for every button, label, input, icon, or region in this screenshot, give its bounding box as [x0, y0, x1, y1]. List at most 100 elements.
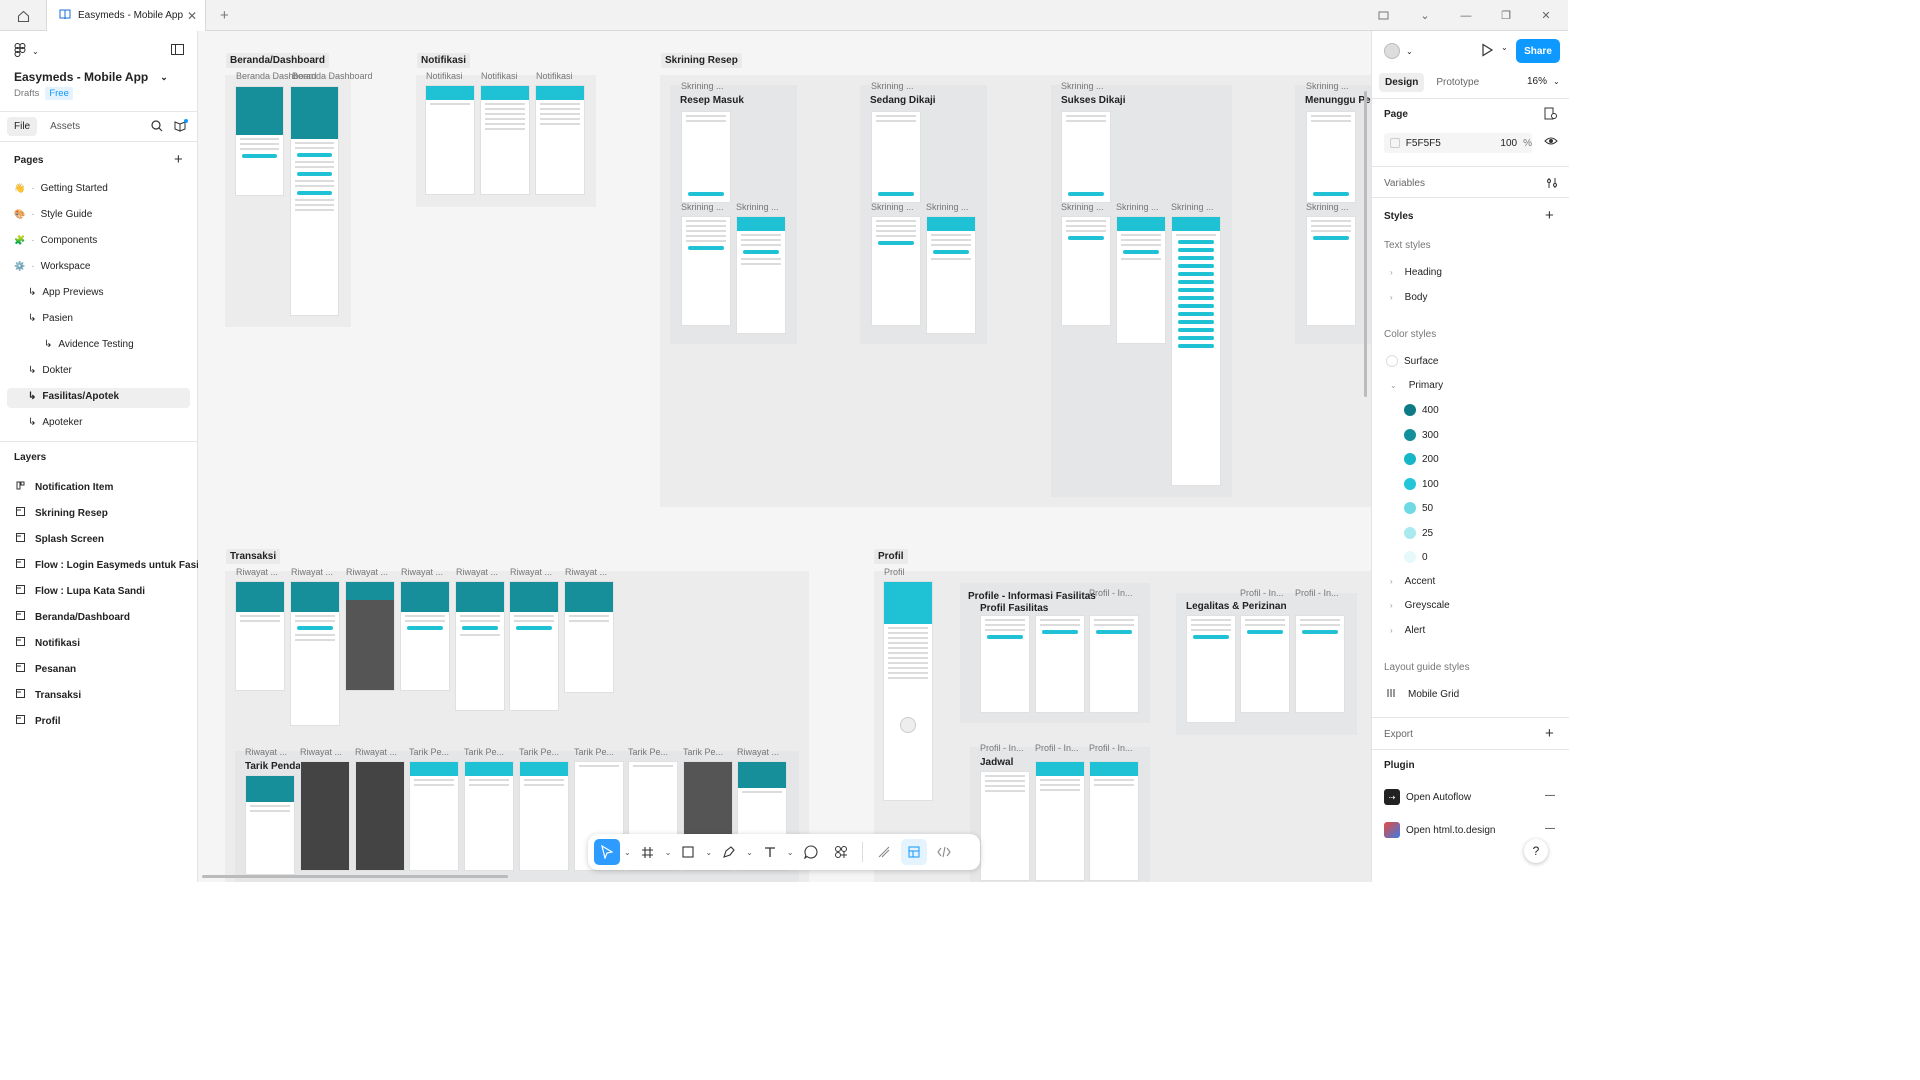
section-label-notifikasi[interactable]: Notifikasi	[417, 53, 471, 68]
phone-frame[interactable]	[564, 581, 614, 693]
chevron-down-icon[interactable]: ⌄	[665, 848, 672, 857]
file-tab[interactable]: Easymeds - Mobile App ✕	[46, 0, 206, 31]
close-tab-icon[interactable]: ✕	[187, 9, 197, 23]
plan-badge[interactable]: Free	[45, 87, 73, 100]
remove-plugin-icon[interactable]: —	[1545, 823, 1555, 834]
color-style-primary[interactable]: ⌄ Primary	[1390, 380, 1443, 391]
label-sedang-dikaji[interactable]: Sedang Dikaji	[866, 93, 940, 108]
layer-item[interactable]: Pesanan	[16, 663, 76, 675]
phone-frame[interactable]	[345, 581, 395, 691]
remove-plugin-icon[interactable]: —	[1545, 790, 1555, 801]
draw-mode-icon[interactable]	[871, 839, 897, 865]
chevron-down-icon[interactable]: ⌄	[1405, 0, 1445, 31]
color-style-primary-200[interactable]: 200	[1404, 453, 1439, 465]
rectangle-tool-icon[interactable]	[675, 839, 701, 865]
tab-prototype[interactable]: Prototype	[1430, 73, 1485, 92]
label-menunggu[interactable]: Menunggu Pen	[1301, 93, 1371, 108]
variables-icon[interactable]	[1546, 177, 1558, 192]
color-style-primary-50[interactable]: 50	[1404, 502, 1433, 514]
zoom-control[interactable]: 16% ⌄	[1527, 76, 1560, 87]
phone-frame[interactable]	[535, 85, 585, 195]
chevron-down-icon[interactable]: ⌄	[746, 848, 753, 857]
phone-frame[interactable]	[1306, 111, 1356, 203]
maximize-icon[interactable]: ❐	[1486, 0, 1526, 31]
color-style-primary-100[interactable]: 100	[1404, 478, 1439, 490]
phone-frame[interactable]	[235, 581, 285, 691]
phone-frame[interactable]	[1061, 216, 1111, 326]
color-style-alert[interactable]: › Alert	[1390, 625, 1425, 636]
page-item-components[interactable]: 🧩 · Components	[14, 235, 97, 246]
new-tab-icon[interactable]: +	[220, 7, 229, 24]
plugin-open-autoflow[interactable]: ⇢ Open Autoflow	[1384, 789, 1471, 805]
page-item-apoteker[interactable]: ↳ Apoteker	[28, 417, 82, 428]
section-label-transaksi[interactable]: Transaksi	[226, 549, 281, 564]
comment-tool-icon[interactable]	[798, 839, 824, 865]
layer-item[interactable]: Flow : Login Easymeds untuk Fasilitas	[16, 559, 219, 571]
tab-assets[interactable]: Assets	[43, 117, 87, 136]
phone-frame[interactable]	[1035, 615, 1085, 713]
chevron-down-icon[interactable]: ⌄	[1501, 43, 1508, 52]
library-icon[interactable]	[174, 119, 188, 135]
label-resep-masuk[interactable]: Resep Masuk	[676, 93, 748, 108]
add-export-icon[interactable]: +	[1545, 725, 1554, 742]
main-menu-button[interactable]: ⌄	[14, 43, 39, 60]
page-item-dokter[interactable]: ↳ Dokter	[28, 365, 72, 376]
color-style-primary-300[interactable]: 300	[1404, 429, 1439, 441]
phone-frame[interactable]	[871, 216, 921, 326]
phone-frame[interactable]	[235, 86, 284, 196]
section-label-profil[interactable]: Profil	[874, 549, 908, 564]
phone-frame[interactable]	[1240, 615, 1290, 713]
phone-frame[interactable]	[400, 581, 450, 691]
phone-frame[interactable]	[883, 581, 933, 801]
vertical-scrollbar[interactable]	[1364, 91, 1367, 397]
label-sukses-dikaji[interactable]: Sukses Dikaji	[1057, 93, 1130, 108]
text-tool-icon[interactable]	[757, 839, 783, 865]
share-button[interactable]: Share	[1516, 39, 1560, 63]
avatar[interactable]	[900, 717, 916, 733]
phone-frame[interactable]	[409, 761, 459, 871]
close-window-icon[interactable]: ✕	[1526, 0, 1566, 31]
drafts-label[interactable]: Drafts	[14, 88, 39, 99]
label-jadwal[interactable]: Jadwal	[976, 755, 1018, 770]
phone-frame[interactable]	[736, 216, 786, 334]
tab-file[interactable]: File	[7, 117, 38, 136]
user-menu[interactable]: ⌄	[1384, 43, 1413, 59]
page-settings-icon[interactable]	[1544, 107, 1557, 123]
phone-frame[interactable]	[300, 761, 350, 871]
phone-frame[interactable]	[681, 111, 731, 203]
phone-frame[interactable]	[1171, 216, 1221, 486]
design-mode-icon[interactable]	[900, 839, 927, 865]
layer-item[interactable]: Beranda/Dashboard	[16, 611, 130, 623]
page-item-pasien[interactable]: ↳ Pasien	[28, 313, 73, 324]
section-label-skrining[interactable]: Skrining Resep	[661, 53, 742, 68]
canvas[interactable]: Beranda/Dashboard Beranda Dashboard Bera…	[198, 31, 1371, 882]
label-legalitas[interactable]: Legalitas & Perizinan	[1182, 599, 1291, 614]
plugin-open-html-to-design[interactable]: Open html.to.design	[1384, 822, 1496, 838]
phone-frame[interactable]	[1186, 615, 1236, 723]
phone-frame[interactable]	[245, 775, 295, 875]
phone-frame[interactable]	[1089, 615, 1139, 713]
text-style-heading[interactable]: › Heading	[1390, 267, 1442, 278]
layer-item[interactable]: Notifikasi	[16, 637, 80, 649]
export-heading[interactable]: Export	[1384, 729, 1413, 740]
pen-tool-icon[interactable]	[716, 839, 742, 865]
phone-frame[interactable]	[1061, 111, 1111, 203]
phone-frame[interactable]	[464, 761, 514, 871]
phone-frame[interactable]	[681, 216, 731, 326]
phone-frame[interactable]	[1306, 216, 1356, 326]
phone-frame[interactable]	[926, 216, 976, 334]
phone-frame[interactable]	[1089, 761, 1139, 881]
window-restore-icon[interactable]	[1363, 0, 1403, 31]
color-style-primary-0[interactable]: 0	[1404, 551, 1428, 563]
phone-frame[interactable]	[1116, 216, 1166, 344]
chevron-down-icon[interactable]: ⌄	[624, 848, 631, 857]
layer-item[interactable]: Notification Item	[16, 481, 113, 493]
page-item-fasilitas-apotek[interactable]: ↳ Fasilitas/Apotek	[28, 391, 119, 402]
layer-item[interactable]: Splash Screen	[16, 533, 104, 545]
phone-frame[interactable]	[290, 86, 339, 316]
help-icon[interactable]: ?	[1524, 839, 1548, 863]
search-icon[interactable]	[151, 120, 163, 135]
page-color-field[interactable]: F5F5F5 100 %	[1384, 133, 1532, 153]
color-style-primary-400[interactable]: 400	[1404, 404, 1439, 416]
play-icon[interactable]	[1480, 43, 1494, 60]
